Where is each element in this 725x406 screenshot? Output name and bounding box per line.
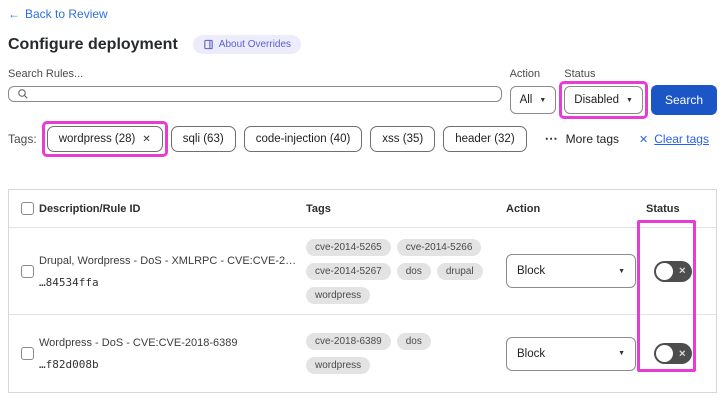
caret-down-icon: ▼ (618, 267, 625, 275)
rules-table: Description/Rule ID Tags Action Status D… (8, 189, 717, 393)
toggle-x-icon: ✕ (678, 265, 686, 276)
tag-chip-sqli[interactable]: sqli (63) (170, 126, 236, 152)
tag-chip-wordpress[interactable]: wordpress (28) ✕ (46, 126, 163, 152)
row-action-value: Block (517, 265, 546, 277)
column-header-action: Action (506, 202, 541, 215)
rule-tag-pill: cve-2018-6389 (306, 333, 391, 350)
search-input[interactable] (35, 87, 493, 101)
table-header-row: Description/Rule ID Tags Action Status (9, 190, 716, 227)
rule-tag-pill: cve-2014-5266 (396, 238, 482, 256)
rule-tag-pill: cve-2014-5267 (306, 262, 391, 280)
filter-bar: Search Rules... Action All ▼ Status Disa… (8, 68, 717, 119)
action-filter-value: All (519, 94, 533, 106)
rule-tag-pill: cve-2014-5265 (306, 238, 391, 256)
rule-tag-pill: wordpress (306, 357, 371, 374)
title-row: Configure deployment About Overrides (8, 35, 717, 54)
tags-bar: Tags: wordpress (28) ✕ sqli (63) code-in… (8, 121, 717, 157)
clear-tags-label: Clear tags (654, 132, 709, 146)
search-input-container[interactable] (8, 86, 502, 102)
selected-tag-annotation-highlight: wordpress (28) ✕ (41, 121, 168, 157)
table-row: Wordpress - DoS - CVE:CVE-2018-6389 …f82… (9, 314, 716, 392)
toggle-x-icon: ✕ (678, 348, 686, 358)
close-icon: ✕ (639, 133, 649, 146)
rule-id: …f82d008b (39, 358, 99, 371)
tag-chip-header[interactable]: header (32) (443, 126, 527, 152)
more-tags-label: More tags (565, 132, 620, 146)
rule-tag-pill: wordpress (306, 286, 371, 304)
search-rules-label: Search Rules... (8, 68, 84, 80)
rule-description: Wordpress - DoS - CVE:CVE-2018-6389 (39, 337, 238, 349)
row-action-select[interactable]: Block ▼ (506, 336, 636, 371)
tag-chip-label: wordpress (28) (58, 133, 136, 145)
select-all-checkbox[interactable] (21, 202, 34, 215)
status-filter-select[interactable]: Disabled ▼ (564, 86, 643, 114)
column-header-status: Status (646, 202, 680, 215)
status-filter-annotation-highlight: Disabled ▼ (559, 81, 648, 119)
row-action-select[interactable]: Block ▼ (506, 254, 636, 288)
rule-tag-pill: dos (396, 333, 431, 350)
more-tags-button[interactable]: ⋯ More tags (545, 131, 619, 147)
row-action-value: Block (517, 347, 546, 360)
book-icon (204, 39, 213, 50)
tag-chip-code-injection[interactable]: code-injection (40) (243, 126, 363, 152)
search-icon (18, 89, 28, 99)
configure-deployment-page: ← Back to Review Configure deployment Ab… (0, 0, 725, 393)
status-filter-value: Disabled (574, 94, 620, 106)
column-header-tags: Tags (306, 202, 331, 215)
caret-down-icon: ▼ (539, 96, 547, 104)
ellipsis-icon: ⋯ (544, 131, 559, 146)
arrow-left-icon: ← (8, 7, 20, 21)
row-checkbox[interactable] (21, 347, 34, 360)
clear-tags-link[interactable]: ✕ Clear tags (639, 132, 709, 146)
caret-down-icon: ▼ (626, 96, 633, 104)
status-toggle-off[interactable]: ✕ (654, 260, 692, 282)
page-title: Configure deployment (8, 35, 178, 53)
rule-tag-pill: dos (396, 262, 431, 280)
back-link-label: Back to Review (25, 7, 108, 21)
action-filter-label: Action (509, 68, 541, 80)
rule-tag-pill: drupal (436, 262, 483, 280)
row-checkbox[interactable] (21, 264, 34, 278)
rule-description: Drupal, Wordpress - DoS - XMLRPC - CVE:C… (39, 254, 297, 267)
caret-down-icon: ▼ (618, 350, 625, 357)
column-header-description: Description/Rule ID (39, 202, 141, 215)
rule-id: …84534ffa (39, 275, 99, 289)
rule-tags: cve-2014-5265 cve-2014-5266 cve-2014-526… (306, 228, 506, 314)
chip-remove-icon[interactable]: ✕ (142, 134, 150, 145)
rules-table-wrap: Description/Rule ID Tags Action Status D… (8, 189, 717, 393)
back-link[interactable]: ← Back to Review (8, 7, 108, 21)
tag-chip-xss[interactable]: xss (35) (370, 126, 436, 152)
about-overrides-label: About Overrides (218, 39, 292, 50)
table-row: Drupal, Wordpress - DoS - XMLRPC - CVE:C… (9, 227, 716, 314)
action-filter-select[interactable]: All ▼ (509, 86, 557, 114)
toggle-knob (656, 345, 673, 362)
status-filter-label: Status (564, 68, 596, 80)
rule-tags: cve-2018-6389 dos wordpress (306, 315, 506, 392)
status-toggle-off[interactable]: ✕ (654, 343, 692, 364)
tags-label: Tags: (8, 132, 37, 146)
search-button[interactable]: Search (650, 85, 717, 115)
about-overrides-badge[interactable]: About Overrides (192, 35, 302, 54)
toggle-knob (656, 262, 673, 280)
